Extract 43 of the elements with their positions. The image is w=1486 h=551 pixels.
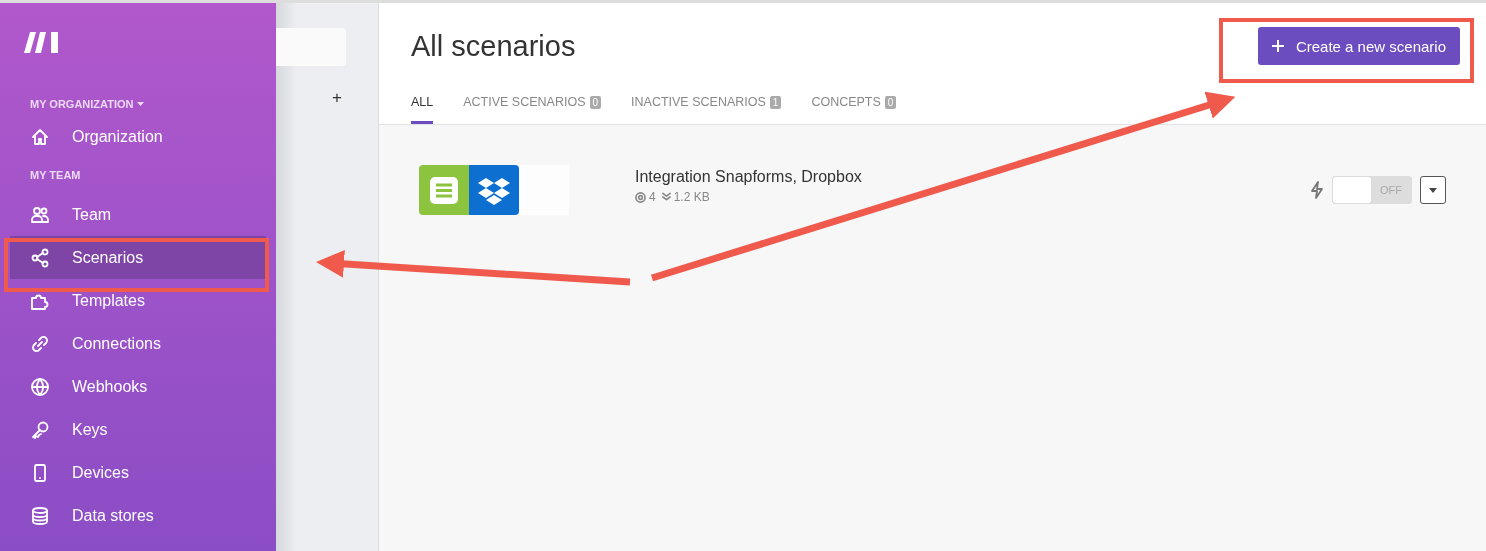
tab[interactable]: CONCEPTS 0 [811,89,897,124]
sidebar-item[interactable]: Organization [10,115,266,158]
section-heading: MY TEAM [30,169,81,181]
sidebar-item[interactable]: Templates [10,279,266,322]
app-logo [469,165,519,215]
add-button[interactable]: + [332,88,342,108]
tab[interactable]: ACTIVE SCENARIOS 0 [463,89,602,124]
chevron-down-icon [661,192,671,202]
sidebar-item[interactable]: Team [10,193,266,236]
people-icon [30,204,50,225]
count-badge: 0 [884,95,897,109]
key-icon [30,419,50,440]
app-logo [419,165,469,215]
plus-icon [1271,40,1284,52]
tab[interactable]: ALL [411,89,434,124]
caret-icon [1429,187,1437,193]
share-icon [30,247,50,268]
faded-app-tile [519,165,569,215]
home-icon [30,126,50,147]
caret-icon[interactable] [137,102,145,106]
data-size: 1.2 KB [673,190,710,204]
lightning-icon [1310,181,1324,199]
link-icon [30,333,50,354]
count-badge: 0 [589,95,602,109]
sidebar-item[interactable]: Connections [10,322,266,365]
page-title: All scenarios [411,29,576,63]
search-field[interactable] [276,28,346,66]
database-icon [30,505,50,526]
tab[interactable]: INACTIVE SCENARIOS 1 [631,89,782,124]
scenario-name[interactable]: Integration Snapforms, Dropbox [635,168,1310,186]
sidebar-item[interactable]: Scenarios [10,236,266,279]
gear-icon [635,191,646,203]
sidebar-item[interactable]: Webhooks [10,365,266,408]
sidebar-item[interactable]: Keys [10,408,266,451]
globe-icon [30,376,50,397]
dropdown-button[interactable] [1420,176,1446,204]
logo-icon[interactable] [24,29,60,55]
operations-count: 4 [649,190,656,204]
sidebar-item[interactable]: Data stores [10,494,266,537]
sidebar-item[interactable]: Devices [10,451,266,494]
create-scenario-button[interactable]: Create a new scenario [1257,27,1460,65]
section-heading: MY ORGANIZATION [30,98,134,110]
count-badge: 1 [769,95,782,109]
